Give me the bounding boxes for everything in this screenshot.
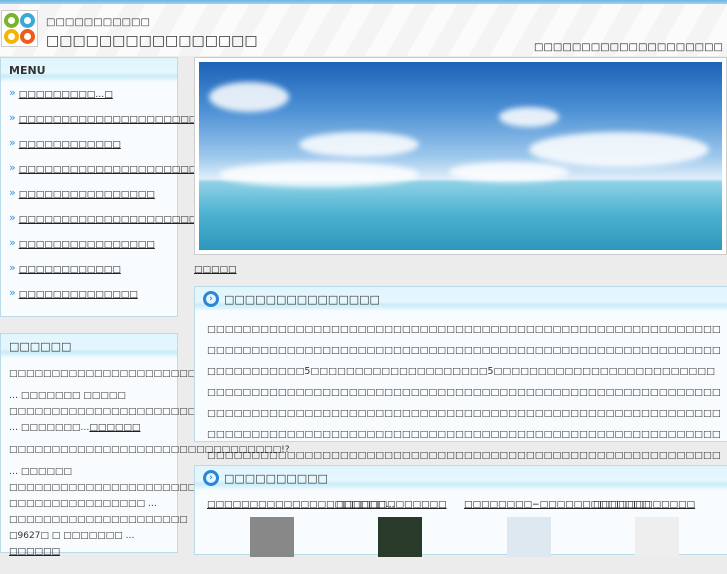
book-item: □□□□□□□□□□□□□ (336, 498, 464, 557)
double-chevron-icon: » (9, 86, 16, 99)
double-chevron-icon: » (9, 236, 16, 249)
header: □□□□□□□□□□□ □□□□□□□□□□□□□□□□ □□□□□□□□□□□… (0, 4, 727, 56)
double-chevron-icon: » (9, 161, 16, 174)
chevron-circle-icon: › (203, 291, 219, 307)
book-cover-image[interactable] (249, 517, 294, 557)
double-chevron-icon: » (9, 261, 16, 274)
news-snippet: … □□□□□□□ □□□□□ □□□□□□□□□□□□□□□□□□□□□□□□… (9, 388, 641, 436)
menu-item[interactable]: » □□□□□□□□□…□ (9, 86, 177, 113)
news-more-link[interactable]: □□□□□□ (89, 423, 140, 433)
header-tagline: □□□□□□□□□□□□□□□□□□□□ (534, 42, 723, 53)
menu-panel: MENU » □□□□□□□□□…□» □□□□□□□□□□□□□□□□□□□□□□… (0, 57, 248, 317)
book-item: □□□□□□□□□□□□□□□□□□□□□… (207, 498, 395, 557)
section-title: □□□□□□□□□□□□□□□ (224, 292, 380, 306)
double-chevron-icon: » (9, 186, 16, 199)
sky-sea-image (199, 62, 722, 250)
book-item: □□□□□□□□−□□□□□□□□□□□□□ (464, 498, 650, 557)
book-link[interactable]: □□□□□□□□□□□□ (593, 500, 695, 510)
menu-link[interactable]: □□□□□□□□□…□ (19, 88, 113, 102)
news-title: □□□□□□ (1, 334, 177, 358)
menu-item[interactable]: » □□□□□□□□□□□□□□□□□□□□□□□□□□□ (9, 111, 248, 138)
news-snippet: … □□□□□□ □□□□□□□□□□□□□□□□□□□□□□□□□□□□ □□… (9, 464, 247, 560)
site-title[interactable]: □□□□□□□□□□□□□□□□ (46, 33, 258, 49)
book-cover-image[interactable] (635, 517, 679, 557)
site-subtitle: □□□□□□□□□□□ (46, 17, 150, 28)
menu-link[interactable]: □□□□□□□□□□□□ (19, 263, 121, 277)
menu-item[interactable]: » □□□□□□□□□□□□ (9, 261, 177, 288)
menu-link[interactable]: □□□□□□□□□□□□□□ (19, 288, 138, 302)
menu-item[interactable]: » □□□□□□□□□□□□□□ (9, 286, 177, 313)
double-chevron-icon: » (9, 136, 16, 149)
menu-link[interactable]: □□□□□□□□□□□□□□□□ (19, 188, 155, 202)
menu-title: MENU (1, 58, 177, 82)
news-headline: □□□□□□□□□□□□□□□□□□□□□□□□□□□□□□□□!? (9, 445, 290, 455)
news-panel: □□□□□□ □□□□□□□□□□□□□□□□□□□□□□□□□□□□□□□□□… (0, 333, 641, 557)
menu-item[interactable]: » □□□□□□□□□□□□□□□□□□□□□□ (9, 211, 206, 238)
chevron-circle-icon: › (203, 470, 219, 486)
book-item: □□□□□□□□□□□□ (593, 498, 721, 557)
double-chevron-icon: » (9, 286, 16, 299)
menu-item[interactable]: » □□□□□□□□□□□□□□□□□□□□□□ (9, 161, 206, 188)
menu-item[interactable]: » □□□□□□□□□□□□□□□□ (9, 236, 177, 263)
double-chevron-icon: » (9, 111, 16, 124)
home-link[interactable]: □□□□□ (194, 265, 237, 275)
menu-link[interactable]: □□□□□□□□□□□□□□□□ (19, 238, 155, 252)
book-link[interactable]: □□□□□□□□□□□□□ (336, 500, 447, 510)
books-section: › □□□□□□□□□□ □□□□□□□□□□□□□□□□□□□□□… □□□□□□… (194, 465, 727, 557)
news-more-link[interactable]: □□□□□□ (9, 547, 60, 557)
book-cover-image[interactable] (378, 517, 422, 557)
menu-link[interactable]: □□□□□□□□□□□□□□□□□□□□□□ (19, 213, 206, 227)
news-headline: □□□□□□□□□□□□□□□□□□□□□□□□□□□□□□□□□□□□□□□□ (9, 369, 350, 379)
hero-image (194, 57, 727, 255)
double-chevron-icon: » (9, 211, 16, 224)
menu-link[interactable]: □□□□□□□□□□□□□□□□□□□□□□ (19, 163, 206, 177)
intro-section: › □□□□□□□□□□□□□□□ □□□□□□□□□□□□□□□□□□□□□□□… (194, 286, 727, 482)
book-cover-image[interactable] (506, 517, 551, 557)
section-title: □□□□□□□□□□ (224, 471, 328, 485)
site-logo[interactable] (1, 10, 38, 47)
menu-link[interactable]: □□□□□□□□□□□□ (19, 138, 121, 152)
menu-item[interactable]: » □□□□□□□□□□□□□□□□ (9, 186, 177, 213)
menu-item[interactable]: » □□□□□□□□□□□□ (9, 136, 177, 163)
